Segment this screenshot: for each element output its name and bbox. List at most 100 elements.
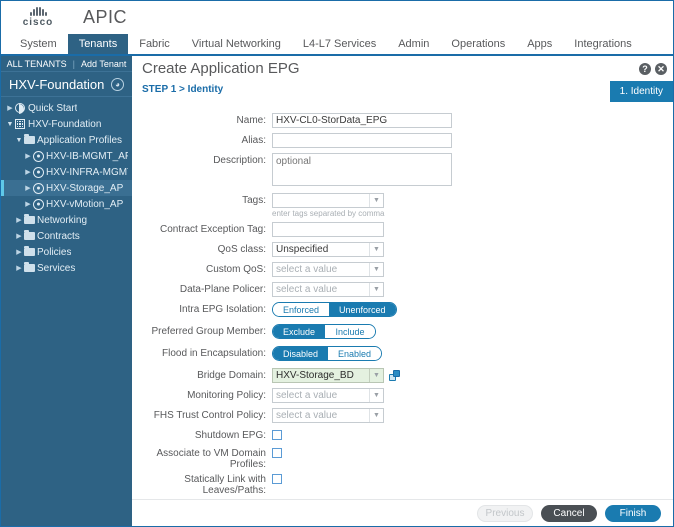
help-icon[interactable]: ? [639, 62, 651, 75]
preferred-group-member-toggle: Exclude Include [272, 324, 377, 339]
toolbar-separator: | [72, 58, 75, 69]
flood-in-encapsulation-option-disabled[interactable]: Disabled [273, 347, 329, 360]
bridge-domain-label: Bridge Domain: [197, 370, 266, 381]
tree-item-hxv-storage-ap[interactable]: ▶ ● HXV-Storage_AP [1, 180, 132, 196]
data-plane-policer-value: select a value [276, 284, 338, 295]
name-input[interactable] [272, 113, 452, 128]
tree-item-networking[interactable]: ▶ Networking [1, 212, 132, 228]
preferred-group-member-option-include[interactable]: Include [325, 325, 376, 338]
preferred-group-member-option-exclude[interactable]: Exclude [273, 325, 326, 338]
chevron-right-icon[interactable]: ▶ [14, 216, 24, 224]
data-plane-policer-select[interactable]: select a value ▼ [272, 282, 384, 297]
tree-item-services[interactable]: ▶ Services [1, 260, 132, 276]
chevron-right-icon[interactable]: ▶ [23, 200, 33, 208]
tree-item-label: Services [37, 262, 76, 274]
custom-qos-select[interactable]: select a value ▼ [272, 262, 384, 277]
tab-fabric[interactable]: Fabric [128, 34, 181, 54]
epg-form: Name: Alias: Description: Tags: [132, 107, 673, 526]
field-row-bridge-domain: Bridge Domain: HXV-Storage_BD ▼ [132, 368, 673, 384]
close-icon[interactable]: ✕ [655, 62, 667, 75]
finish-button[interactable]: Finish [605, 504, 661, 522]
tree-item-policies[interactable]: ▶ Policies [1, 244, 132, 260]
chevron-down-icon: ▼ [369, 389, 383, 402]
tree-item-contracts[interactable]: ▶ Contracts [1, 228, 132, 244]
app-profile-icon: ● [33, 198, 46, 210]
flood-in-encapsulation-option-enabled[interactable]: Enabled [328, 347, 382, 360]
bridge-domain-value: HXV-Storage_BD [276, 370, 354, 381]
open-bridge-domain-icon[interactable] [389, 370, 400, 381]
folder-icon [24, 134, 37, 144]
tree-item-label: Policies [37, 246, 72, 258]
field-row-contract-exception-tag: Contract Exception Tag: [132, 222, 673, 238]
chevron-right-icon[interactable]: ▶ [14, 264, 24, 272]
tags-hint: enter tags separated by comma [272, 209, 385, 218]
chevron-right-icon[interactable]: ▶ [23, 184, 33, 192]
add-tenant-link[interactable]: Add Tenant [81, 59, 126, 69]
intra-epg-isolation-option-unenforced[interactable]: Unenforced [329, 303, 396, 316]
shutdown-epg-checkbox[interactable] [272, 430, 282, 440]
app-profile-icon: ● [33, 182, 46, 194]
alias-label: Alias: [241, 135, 266, 146]
app-profile-icon: ● [33, 150, 46, 162]
tree-item-label: HXV-Storage_AP [46, 182, 124, 194]
tab-integrations[interactable]: Integrations [563, 34, 642, 54]
tree-item-hxv-ib-mgmt-ap[interactable]: ▶ ● HXV-IB-MGMT_AP [1, 148, 132, 164]
folder-icon [24, 262, 37, 272]
chevron-down-icon[interactable]: ▼ [5, 121, 15, 128]
step-row: STEP 1 > Identity 1. Identity [132, 81, 673, 107]
tags-select[interactable]: ▼ [272, 193, 384, 208]
field-row-statically-link: Statically Link with Leaves/Paths: [132, 472, 673, 496]
previous-button[interactable]: Previous [477, 504, 533, 522]
field-row-associate-vm-domain: Associate to VM Domain Profiles: [132, 446, 673, 470]
chevron-right-icon[interactable]: ▶ [14, 232, 24, 240]
statically-link-checkbox[interactable] [272, 474, 282, 484]
chevron-down-icon: ▼ [369, 283, 383, 296]
monitoring-policy-select[interactable]: select a value ▼ [272, 388, 384, 403]
qos-class-select[interactable]: Unspecified ▼ [272, 242, 384, 257]
chevron-down-icon[interactable]: ▼ [14, 137, 24, 144]
tree-item-hxv-foundation[interactable]: ▼ HXV-Foundation [1, 116, 132, 132]
chevron-down-icon: ▼ [369, 369, 383, 382]
chevron-down-icon: ▼ [369, 194, 383, 207]
step-badge-identity[interactable]: 1. Identity [609, 81, 673, 102]
alias-input[interactable] [272, 133, 452, 148]
tree-item-label: Quick Start [28, 102, 78, 114]
intra-epg-isolation-option-enforced[interactable]: Enforced [273, 303, 330, 316]
create-epg-dialog: Create Application EPG ? ✕ STEP 1 > Iden… [132, 56, 673, 526]
field-row-tags: Tags: ▼ enter tags separated by comma [132, 193, 673, 218]
tree-item-hxv-vmotion-ap[interactable]: ▶ ● HXV-vMotion_AP [1, 196, 132, 212]
associate-vm-domain-label: Associate to VM Domain Profiles: [156, 448, 267, 470]
tab-virtual-networking[interactable]: Virtual Networking [181, 34, 292, 54]
field-row-preferred-group-member: Preferred Group Member: Exclude Include [132, 324, 673, 340]
bridge-domain-select[interactable]: HXV-Storage_BD ▼ [272, 368, 384, 383]
associate-vm-domain-checkbox[interactable] [272, 448, 282, 458]
tab-l4-l7-services[interactable]: L4-L7 Services [292, 34, 387, 54]
chevron-right-icon[interactable]: ▶ [14, 248, 24, 256]
tree-item-hxv-infra-mgmt-ap[interactable]: ▶ ● HXV-INFRA-MGMT_AP [1, 164, 132, 180]
tree-item-label: HXV-INFRA-MGMT_AP [46, 166, 128, 178]
custom-qos-value: select a value [276, 264, 338, 275]
tab-system[interactable]: System [9, 34, 68, 54]
chevron-right-icon[interactable]: ▶ [23, 168, 33, 176]
tab-tenants[interactable]: Tenants [67, 34, 129, 54]
tab-admin[interactable]: Admin [387, 34, 440, 54]
intra-epg-isolation-label: Intra EPG Isolation: [179, 304, 266, 315]
tree-item-label: HXV-Foundation [28, 118, 102, 130]
contract-exception-tag-input[interactable] [272, 222, 384, 237]
pin-icon[interactable]: ◕ [111, 77, 124, 91]
tree-item-label: Contracts [37, 230, 80, 242]
cancel-button[interactable]: Cancel [541, 504, 597, 522]
description-textarea[interactable] [272, 153, 452, 186]
tab-operations[interactable]: Operations [440, 34, 516, 54]
tree-item-application-profiles[interactable]: ▼ Application Profiles [1, 132, 132, 148]
chevron-right-icon[interactable]: ▶ [5, 104, 15, 112]
fhs-trust-control-policy-select[interactable]: select a value ▼ [272, 408, 384, 423]
all-tenants-link[interactable]: ALL TENANTS [7, 59, 67, 69]
field-row-description: Description: [132, 153, 673, 189]
fhs-trust-control-policy-value: select a value [276, 410, 338, 421]
tree-item-quick-start[interactable]: ▶ Quick Start [1, 100, 132, 116]
tenant-sidebar: ALL TENANTS | Add Tenant HXV-Foundation … [1, 56, 132, 526]
fhs-trust-control-policy-label: FHS Trust Control Policy: [153, 410, 266, 421]
chevron-right-icon[interactable]: ▶ [23, 152, 33, 160]
tab-apps[interactable]: Apps [516, 34, 563, 54]
